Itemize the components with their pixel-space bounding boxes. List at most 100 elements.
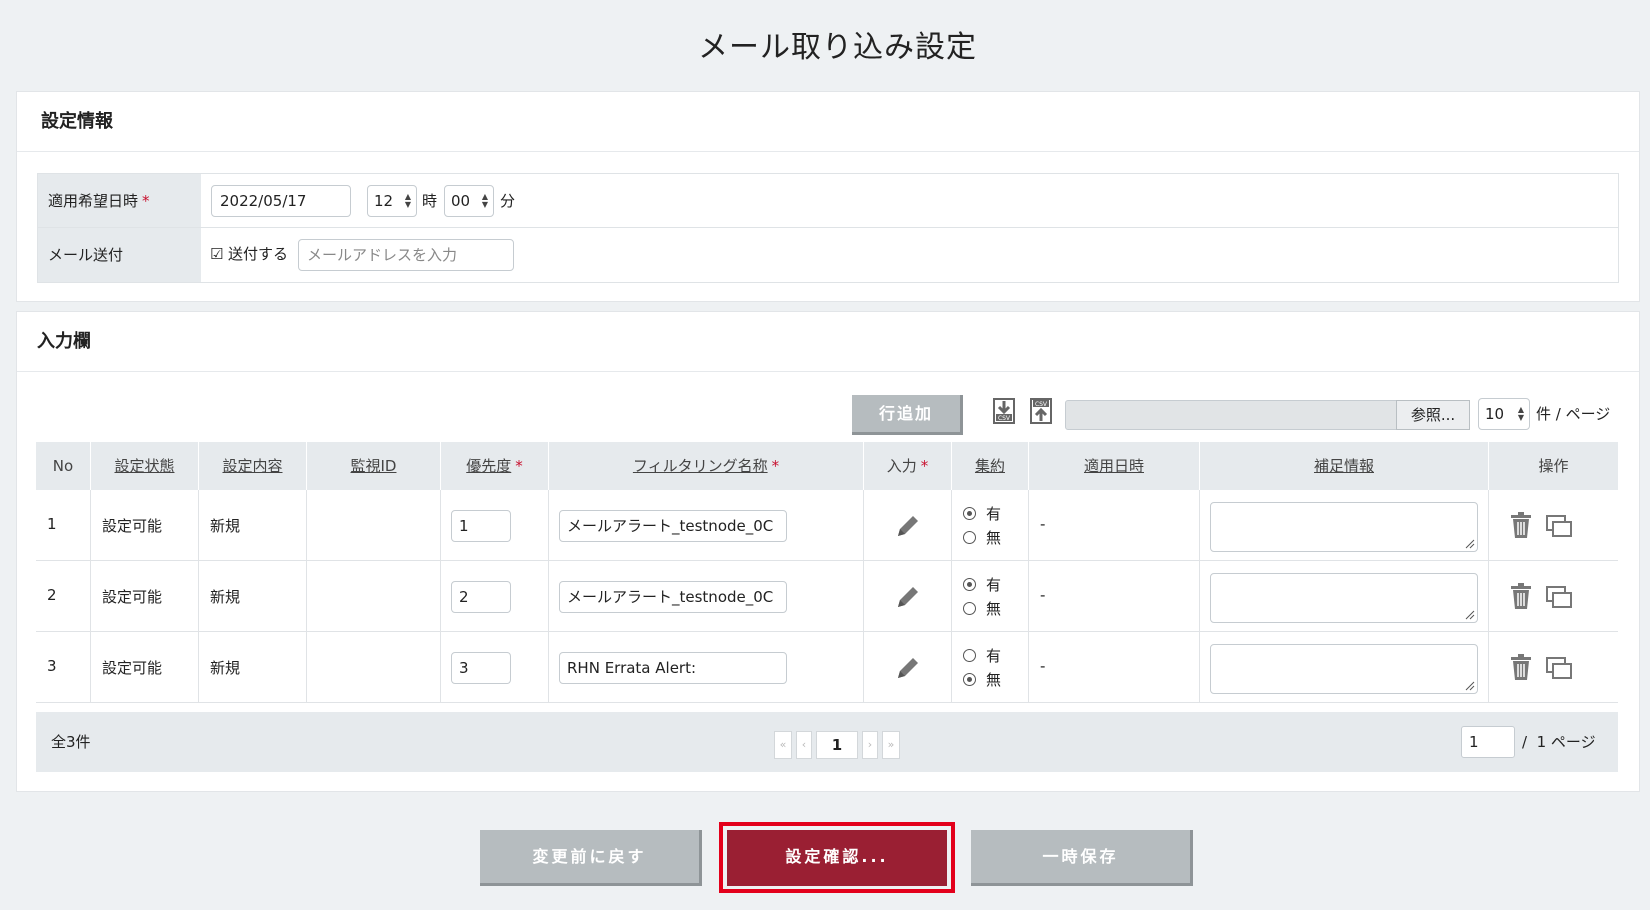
cell-content: 新規 [199, 490, 307, 561]
page-title: メール取り込み設定 [698, 30, 977, 65]
aggregate-no-radio[interactable] [963, 531, 976, 544]
resize-grip-icon[interactable] [1465, 539, 1475, 549]
col-notes-text[interactable]: 補足情報 [1314, 457, 1374, 475]
cell-notes [1200, 490, 1489, 561]
date-input[interactable]: 2022/05/17 [211, 185, 351, 217]
confirm-button[interactable]: 設定確認... [727, 830, 947, 886]
col-monitor-id-text[interactable]: 監視ID [351, 457, 397, 475]
col-filter-name-text[interactable]: フィルタリング名称 [633, 457, 768, 475]
cell-monitor-id [307, 632, 441, 703]
col-filter-name[interactable]: フィルタリング名称 * [549, 442, 864, 490]
row-status: 設定可能 [102, 517, 163, 535]
mail-address-input[interactable] [298, 239, 514, 271]
pencil-icon[interactable] [894, 654, 922, 682]
aggregate-yes-radio[interactable] [963, 649, 976, 662]
copy-icon[interactable] [1545, 585, 1573, 609]
notes-textarea[interactable] [1210, 573, 1478, 623]
priority-input[interactable]: 3 [451, 652, 511, 684]
page-total: / 1 ページ [1522, 733, 1596, 751]
col-ops-text: 操作 [1538, 457, 1569, 475]
cell-input [864, 561, 952, 632]
copy-icon[interactable] [1545, 514, 1573, 538]
cell-aggregate: 有 無 [952, 490, 1029, 561]
col-priority[interactable]: 優先度 * [441, 442, 549, 490]
send-label[interactable]: 送付する [228, 244, 288, 264]
temp-save-button[interactable]: 一時保存 [971, 830, 1193, 886]
filter-name-input[interactable]: メールアラート_testnode_0C [559, 510, 787, 542]
aggregate-no-label: 無 [986, 600, 1002, 618]
aggregate-yes-label: 有 [986, 576, 1002, 594]
minute-select[interactable]: 00 ▲ ▼ [444, 185, 494, 217]
page-number-input[interactable]: 1 [1461, 726, 1515, 758]
priority-input[interactable]: 1 [451, 510, 511, 542]
row-content: 新規 [210, 588, 241, 606]
csv-upload-icon[interactable]: CSV [1029, 397, 1053, 425]
send-checkbox[interactable]: ☑ [210, 244, 223, 264]
col-apply-date[interactable]: 適用日時 [1029, 442, 1200, 490]
revert-button[interactable]: 変更前に戻す [480, 830, 702, 886]
col-no-text: No [52, 457, 74, 475]
trash-icon[interactable] [1509, 582, 1533, 610]
priority-input[interactable]: 2 [451, 581, 511, 613]
file-path-field[interactable] [1065, 400, 1397, 430]
aggregate-no-radio[interactable] [963, 602, 976, 615]
table-row: 3 設定可能 新規 3 RHN Errata Alert: 有 無 - [36, 632, 1618, 703]
cell-content: 新規 [199, 561, 307, 632]
settings-heading: 設定情報 [17, 92, 1639, 152]
cell-priority: 1 [441, 490, 549, 561]
col-aggregate[interactable]: 集約 [952, 442, 1029, 490]
pencil-icon[interactable] [894, 512, 922, 540]
row-apply-date: - [1040, 515, 1046, 533]
col-notes[interactable]: 補足情報 [1200, 442, 1489, 490]
aggregate-yes-radio[interactable] [963, 578, 976, 591]
next-page-button[interactable]: › [862, 731, 878, 759]
last-page-button[interactable]: » [882, 731, 900, 759]
col-priority-text[interactable]: 優先度 [466, 457, 511, 475]
copy-icon[interactable] [1545, 656, 1573, 680]
minute-value: 00 [451, 192, 471, 210]
col-input: 入力 * [864, 442, 952, 490]
cell-aggregate: 有 無 [952, 561, 1029, 632]
notes-textarea[interactable] [1210, 644, 1478, 694]
current-page[interactable]: 1 [816, 731, 858, 759]
per-page-select[interactable]: 10 ▲ ▼ [1478, 398, 1530, 430]
input-heading: 入力欄 [17, 312, 1639, 372]
cell-no: 1 [36, 490, 91, 561]
resize-grip-icon[interactable] [1465, 681, 1475, 691]
prev-page-button[interactable]: ‹ [796, 731, 812, 759]
col-aggregate-text[interactable]: 集約 [975, 457, 1005, 475]
aggregate-yes-radio[interactable] [963, 507, 976, 520]
trash-icon[interactable] [1509, 511, 1533, 539]
cell-notes [1200, 561, 1489, 632]
row-status: 設定可能 [102, 588, 163, 606]
cell-apply-date: - [1029, 561, 1200, 632]
cell-priority: 3 [441, 632, 549, 703]
add-row-button[interactable]: 行追加 [852, 395, 963, 435]
required-mark: * [515, 457, 523, 475]
browse-button[interactable]: 参照... [1396, 400, 1470, 430]
cell-filter-name: メールアラート_testnode_0C [549, 561, 864, 632]
col-content-text[interactable]: 設定内容 [222, 457, 282, 475]
date-value: 2022/05/17 [220, 192, 307, 210]
hour-select[interactable]: 12 ▲ ▼ [367, 185, 417, 217]
filter-name-input[interactable]: メールアラート_testnode_0C [559, 581, 787, 613]
csv-download-icon[interactable]: CSV [992, 397, 1016, 425]
cell-no: 3 [36, 632, 91, 703]
col-status-text[interactable]: 設定状態 [114, 457, 174, 475]
required-mark: * [920, 457, 929, 475]
svg-text:CSV: CSV [998, 415, 1011, 422]
col-status[interactable]: 設定状態 [91, 442, 199, 490]
pencil-icon[interactable] [894, 583, 922, 611]
svg-text:CSV: CSV [1035, 401, 1048, 408]
notes-textarea[interactable] [1210, 502, 1478, 552]
col-content[interactable]: 設定内容 [199, 442, 307, 490]
col-apply-date-text[interactable]: 適用日時 [1084, 457, 1144, 475]
resize-grip-icon[interactable] [1465, 610, 1475, 620]
col-monitor-id[interactable]: 監視ID [307, 442, 441, 490]
filter-name-input[interactable]: RHN Errata Alert: [559, 652, 787, 684]
per-page-value: 10 [1485, 405, 1505, 423]
first-page-button[interactable]: « [774, 731, 792, 759]
trash-icon[interactable] [1509, 653, 1533, 681]
cell-ops [1489, 490, 1618, 561]
aggregate-no-radio[interactable] [963, 673, 976, 686]
